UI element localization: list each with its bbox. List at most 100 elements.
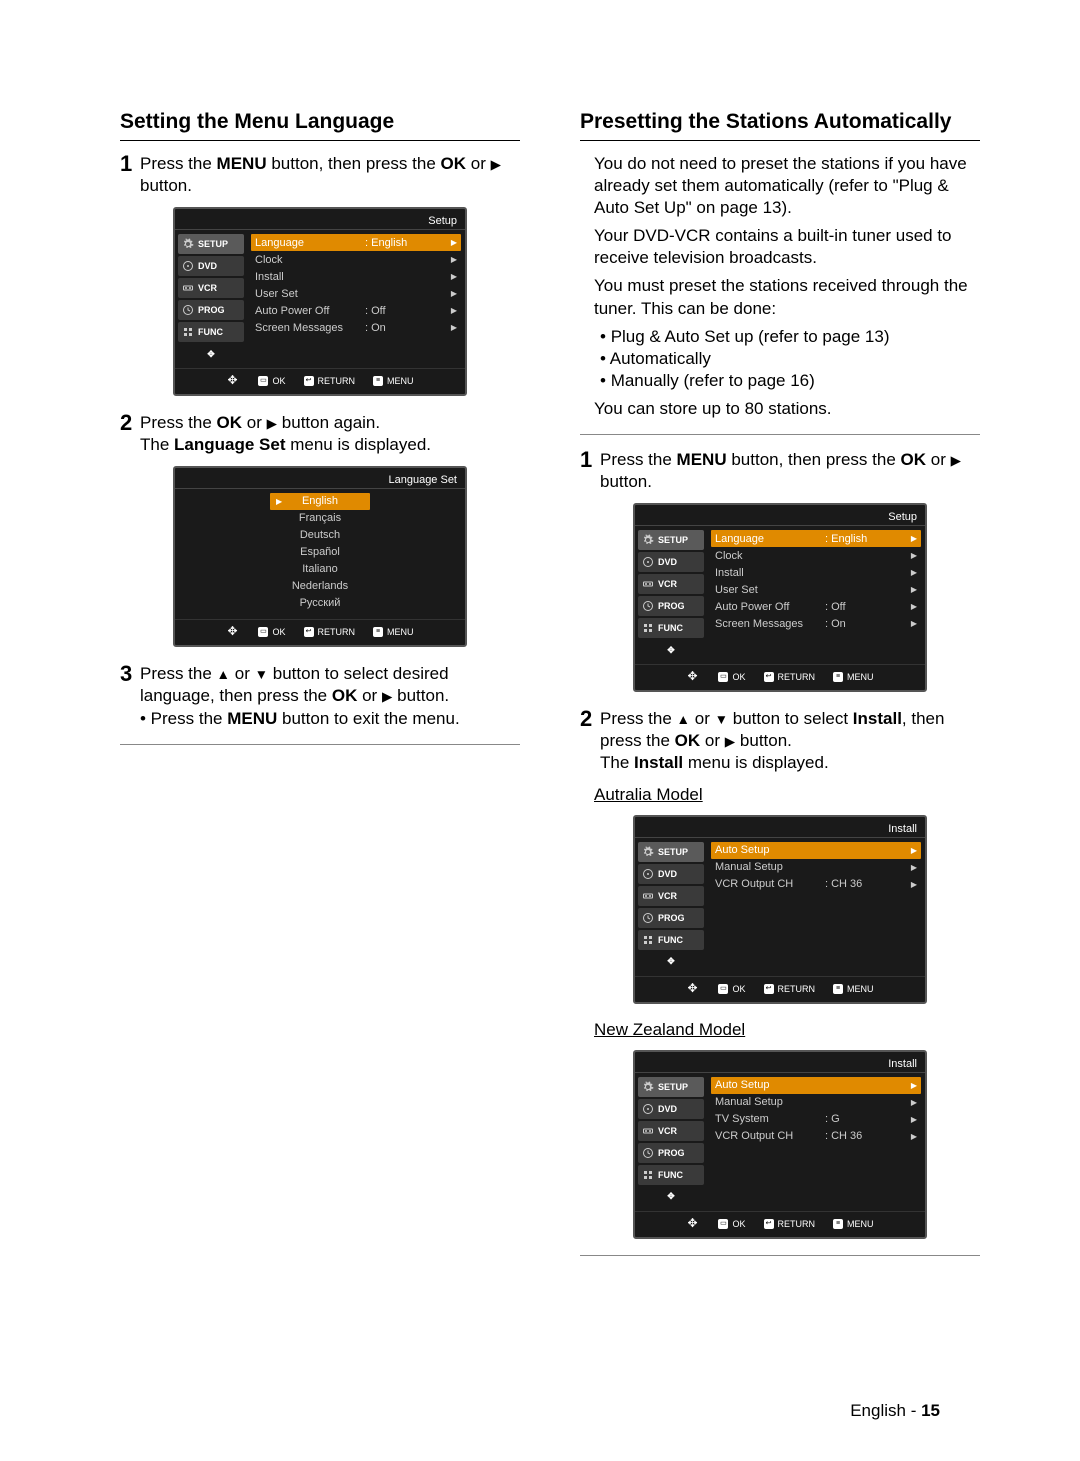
ok-icon: ▭ bbox=[718, 672, 728, 682]
osd-row: Language: English▶ bbox=[711, 530, 921, 547]
func-icon bbox=[182, 326, 194, 338]
step-text: Press the or button to select Install, t… bbox=[600, 708, 980, 774]
ok-icon: ▭ bbox=[258, 627, 268, 637]
page-footer: English - 15 bbox=[850, 1401, 940, 1421]
ok-icon: ▭ bbox=[718, 1219, 728, 1229]
play-icon bbox=[951, 450, 961, 469]
move-icon bbox=[226, 625, 240, 639]
osd-row: Auto Setup▶ bbox=[711, 1077, 921, 1094]
osd-tab-prog: PROG bbox=[638, 908, 704, 928]
language-option: Nederlands bbox=[270, 578, 370, 595]
language-option: Deutsch bbox=[270, 527, 370, 544]
osd-tab-vcr: VCR bbox=[638, 886, 704, 906]
move-icon bbox=[686, 1217, 700, 1231]
heading-left: Setting the Menu Language bbox=[120, 110, 520, 134]
play-icon bbox=[491, 154, 501, 173]
osd-tab-func: FUNC bbox=[178, 322, 244, 342]
chevron-right-icon: ▶ bbox=[451, 255, 457, 264]
osd-sidebar: SETUPDVDVCRPROGFUNC✥ bbox=[635, 1073, 707, 1211]
language-option: Español bbox=[270, 544, 370, 561]
down-icon bbox=[715, 709, 728, 728]
osd-main: Language: English▶Clock▶Install▶User Set… bbox=[707, 526, 925, 664]
prog-icon bbox=[642, 1147, 654, 1159]
osd-title: Install bbox=[635, 817, 925, 838]
chevron-right-icon: ▶ bbox=[911, 1081, 917, 1090]
osd-sidebar: SETUPDVDVCRPROGFUNC✥ bbox=[635, 838, 707, 976]
move-icon bbox=[686, 670, 700, 684]
osd-footer: ▭OK ↩RETURN ≡MENU bbox=[175, 619, 465, 645]
osd-row: User Set▶ bbox=[251, 285, 461, 302]
osd-sidebar: SETUPDVDVCRPROGFUNC✥ bbox=[635, 526, 707, 664]
osd-tab-dvd: DVD bbox=[178, 256, 244, 276]
osd-tab-vcr: VCR bbox=[638, 574, 704, 594]
osd-main: Auto Setup▶Manual Setup▶TV System: G▶VCR… bbox=[707, 1073, 925, 1211]
osd-row: Auto Setup▶ bbox=[711, 842, 921, 859]
osd-row: Language: English▶ bbox=[251, 234, 461, 251]
osd-tab-setup: SETUP bbox=[638, 530, 704, 550]
osd-install-nz: Install SETUPDVDVCRPROGFUNC✥ Auto Setup▶… bbox=[633, 1050, 927, 1239]
step-text: Press the OK or button again. The Langua… bbox=[140, 412, 520, 456]
prog-icon bbox=[642, 912, 654, 924]
prog-icon bbox=[182, 304, 194, 316]
return-icon: ↩ bbox=[764, 984, 774, 994]
vcr-icon bbox=[642, 578, 654, 590]
setup-icon bbox=[182, 238, 194, 250]
setup-icon bbox=[642, 1081, 654, 1093]
osd-tab-dvd: DVD bbox=[638, 552, 704, 572]
chevron-right-icon: ▶ bbox=[911, 568, 917, 577]
osd-row: Auto Power Off: Off▶ bbox=[711, 598, 921, 615]
chevron-right-icon: ▶ bbox=[911, 1115, 917, 1124]
osd-row: TV System: G▶ bbox=[711, 1111, 921, 1128]
dvd-icon bbox=[642, 1103, 654, 1115]
move-icon: ✥ bbox=[638, 1187, 704, 1207]
osd-row: VCR Output CH: CH 36▶ bbox=[711, 1128, 921, 1145]
divider bbox=[120, 744, 520, 745]
step-text: Press the MENU button, then press the OK… bbox=[600, 449, 980, 493]
step-text: Press the or button to select desired la… bbox=[140, 663, 520, 729]
osd-setup-right: Setup SETUPDVDVCRPROGFUNC✥ Language: Eng… bbox=[633, 503, 927, 692]
prog-icon bbox=[642, 600, 654, 612]
dvd-icon bbox=[642, 556, 654, 568]
osd-row: Clock▶ bbox=[251, 251, 461, 268]
right-column: Presetting the Stations Automatically Yo… bbox=[580, 110, 980, 1270]
osd-tab-prog: PROG bbox=[178, 300, 244, 320]
step-1-right: 1 Press the MENU button, then press the … bbox=[580, 449, 980, 493]
chevron-right-icon: ▶ bbox=[911, 619, 917, 628]
osd-row: Install▶ bbox=[251, 268, 461, 285]
osd-tab-dvd: DVD bbox=[638, 1099, 704, 1119]
osd-row: Manual Setup▶ bbox=[711, 859, 921, 876]
menu-icon: ≡ bbox=[833, 984, 843, 994]
chevron-right-icon: ▶ bbox=[911, 1132, 917, 1141]
menu-icon: ≡ bbox=[373, 376, 383, 386]
heading-right: Presetting the Stations Automatically bbox=[580, 110, 980, 134]
step-number: 3 bbox=[120, 663, 134, 729]
osd-footer: ▭OK ↩RETURN ≡MENU bbox=[635, 1211, 925, 1237]
osd-row: VCR Output CH: CH 36▶ bbox=[711, 876, 921, 893]
osd-language-set: Language Set EnglishFrançaisDeutschEspañ… bbox=[173, 466, 467, 647]
func-icon bbox=[642, 934, 654, 946]
divider bbox=[120, 140, 520, 141]
model-label-au: Autralia Model bbox=[594, 785, 980, 805]
chevron-right-icon: ▶ bbox=[451, 323, 457, 332]
move-icon: ✥ bbox=[638, 952, 704, 972]
ok-icon: ▭ bbox=[258, 376, 268, 386]
ok-icon: ▭ bbox=[718, 984, 728, 994]
model-label-nz: New Zealand Model bbox=[594, 1020, 980, 1040]
return-icon: ↩ bbox=[764, 672, 774, 682]
step-3-left: 3 Press the or button to select desired … bbox=[120, 663, 520, 729]
chevron-right-icon: ▶ bbox=[911, 1098, 917, 1107]
osd-install-au: Install SETUPDVDVCRPROGFUNC✥ Auto Setup▶… bbox=[633, 815, 927, 1004]
step-2-left: 2 Press the OK or button again. The Lang… bbox=[120, 412, 520, 456]
step-number: 1 bbox=[120, 153, 134, 197]
step-number: 2 bbox=[120, 412, 134, 456]
left-column: Setting the Menu Language 1 Press the ME… bbox=[120, 110, 520, 1270]
move-icon bbox=[226, 374, 240, 388]
dvd-icon bbox=[182, 260, 194, 272]
step-number: 2 bbox=[580, 708, 594, 774]
osd-title: Language Set bbox=[175, 468, 465, 489]
menu-icon: ≡ bbox=[373, 627, 383, 637]
osd-row: Screen Messages: On▶ bbox=[711, 615, 921, 632]
osd-row: Clock▶ bbox=[711, 547, 921, 564]
menu-icon: ≡ bbox=[833, 1219, 843, 1229]
osd-row: User Set▶ bbox=[711, 581, 921, 598]
